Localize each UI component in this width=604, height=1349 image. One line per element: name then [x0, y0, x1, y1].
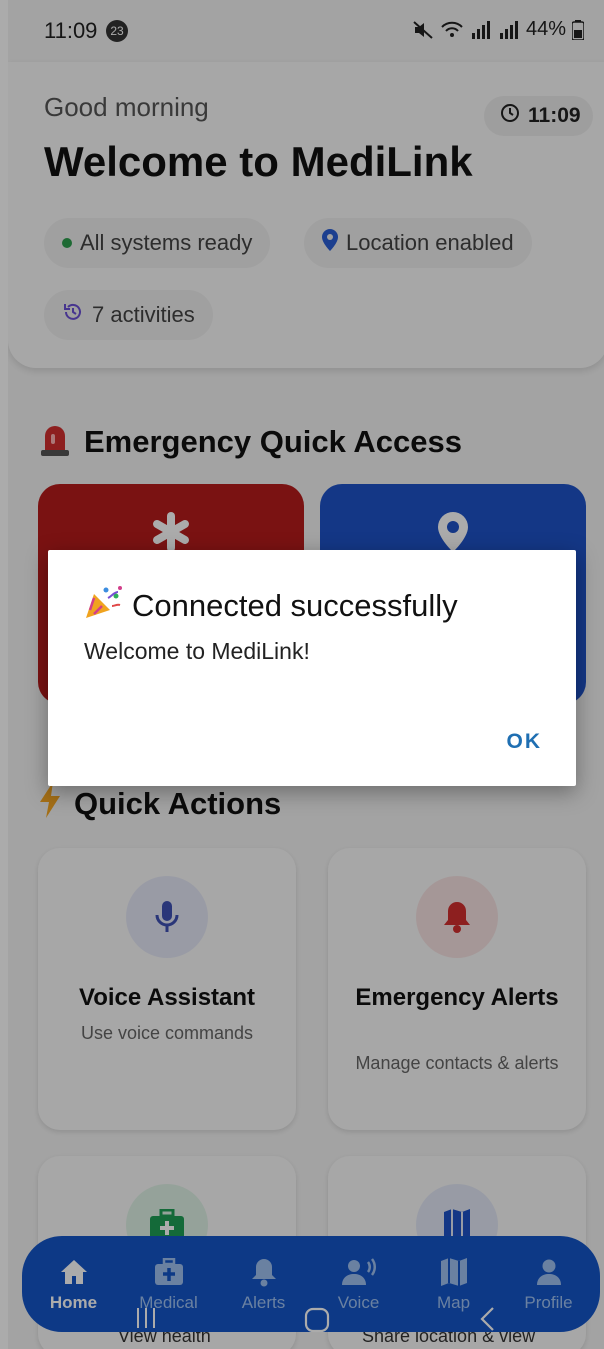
success-dialog: Connected successfully Welcome to MediLi… — [48, 550, 576, 786]
ok-button[interactable]: OK — [507, 730, 543, 754]
dialog-message: Welcome to MediLink! — [84, 638, 310, 664]
party-popper-icon — [84, 584, 124, 628]
dialog-title-label: Connected successfully — [132, 588, 458, 623]
dialog-title: Connected successfully — [84, 584, 458, 628]
